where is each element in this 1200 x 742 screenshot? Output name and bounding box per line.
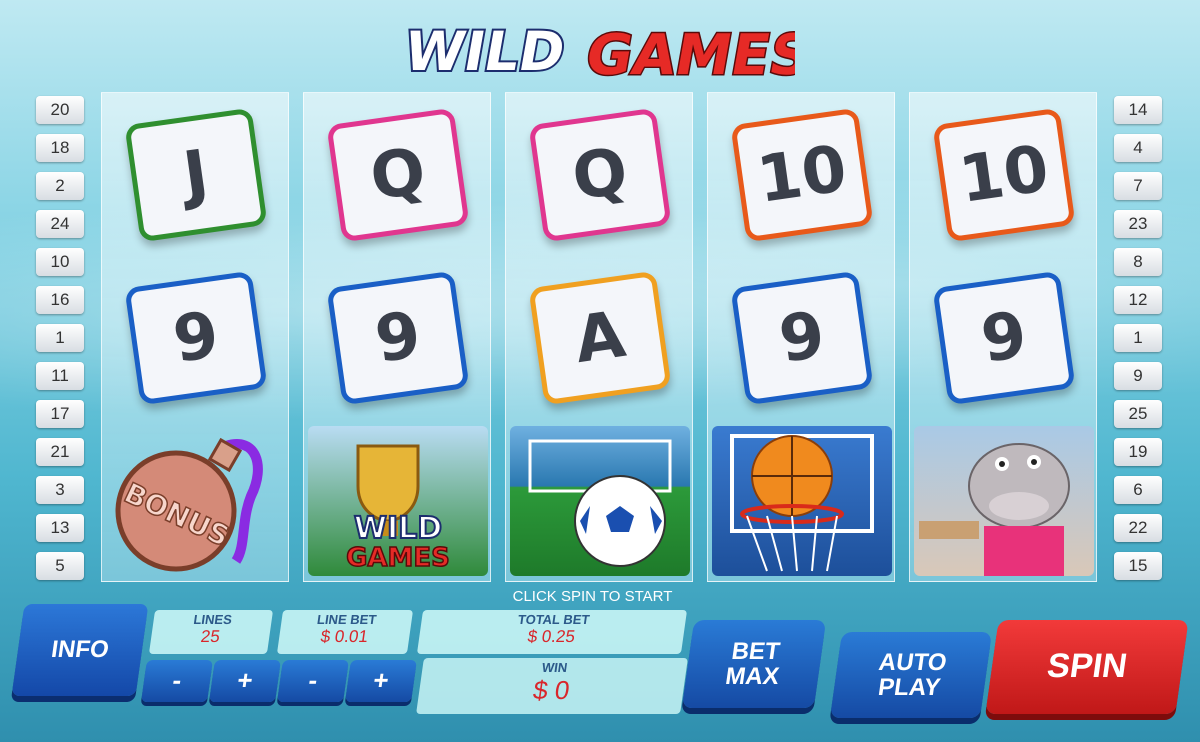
payline-badge[interactable]: 16 <box>36 286 84 314</box>
payline-badge[interactable]: 4 <box>1114 134 1162 162</box>
total-bet-value: $ 0.25 <box>526 627 577 646</box>
lines-label: LINES <box>192 612 233 627</box>
bet-max-button[interactable]: BET MAX <box>681 620 827 708</box>
lines-panel: LINES 25 <box>148 610 274 654</box>
symbol-10: 10 <box>708 93 896 256</box>
wild-text: WILD <box>354 511 442 546</box>
status-message: CLICK SPIN TO START <box>512 588 673 605</box>
symbol-hippo <box>910 419 1098 582</box>
line-bet-value: $ 0.01 <box>319 627 370 646</box>
symbol-wild: WILD GAMES <box>304 419 492 582</box>
reel-3: Q A <box>505 92 693 582</box>
line-bet-minus-button[interactable]: - <box>277 660 349 702</box>
win-value: $ 0 <box>531 675 572 705</box>
symbol-10: 10 <box>910 93 1098 256</box>
line-bet-label: LINE BET <box>316 612 378 627</box>
games-text: GAMES <box>346 543 450 573</box>
reel-1: J 9 BONUS <box>101 92 289 582</box>
info-button[interactable]: INFO <box>11 604 149 696</box>
payline-badge[interactable]: 11 <box>36 362 84 390</box>
win-panel: WIN $ 0 <box>416 658 688 714</box>
payline-badge[interactable]: 23 <box>1114 210 1162 238</box>
reel-5: 10 9 <box>909 92 1097 582</box>
symbol-q: Q <box>506 93 694 256</box>
symbol-soccer-ball <box>506 419 694 582</box>
lines-minus-button[interactable]: - <box>141 660 213 702</box>
payline-badge[interactable]: 15 <box>1114 552 1162 580</box>
symbol-q: Q <box>304 93 492 256</box>
bet-max-line2: MAX <box>723 663 781 690</box>
reel-4: 10 9 <box>707 92 895 582</box>
payline-badge[interactable]: 22 <box>1114 514 1162 542</box>
payline-badge[interactable]: 12 <box>1114 286 1162 314</box>
logo-word-wild: WILD <box>405 19 570 83</box>
symbol-bonus-medal: BONUS <box>102 419 290 582</box>
game-logo: WILD GAMES <box>398 8 818 92</box>
symbol-9: 9 <box>102 256 290 419</box>
symbol-9: 9 <box>708 256 896 419</box>
payline-badge[interactable]: 8 <box>1114 248 1162 276</box>
payline-badge[interactable]: 18 <box>36 134 84 162</box>
payline-badge[interactable]: 21 <box>36 438 84 466</box>
payline-badge[interactable]: 1 <box>1114 324 1162 352</box>
auto-play-line2: PLAY <box>876 674 943 701</box>
total-bet-panel: TOTAL BET $ 0.25 <box>416 610 688 654</box>
payline-badge[interactable]: 25 <box>1114 400 1162 428</box>
payline-badge[interactable]: 19 <box>1114 438 1162 466</box>
symbol-9: 9 <box>304 256 492 419</box>
win-label: WIN <box>540 660 569 675</box>
payline-badge[interactable]: 17 <box>36 400 84 428</box>
payline-badge[interactable]: 20 <box>36 96 84 124</box>
payline-badge[interactable]: 13 <box>36 514 84 542</box>
reel-2: Q 9 WILD GAMES <box>303 92 491 582</box>
spin-button[interactable]: SPIN <box>985 620 1189 714</box>
payline-badge[interactable]: 7 <box>1114 172 1162 200</box>
payline-badge[interactable]: 1 <box>36 324 84 352</box>
payline-badge[interactable]: 5 <box>36 552 84 580</box>
symbol-9: 9 <box>910 256 1098 419</box>
auto-play-line1: AUTO <box>877 648 949 676</box>
bet-max-line1: BET <box>729 637 782 665</box>
total-bet-label: TOTAL BET <box>516 612 591 627</box>
symbol-basketball <box>708 419 896 582</box>
lines-plus-button[interactable]: + <box>209 660 281 702</box>
payline-badge[interactable]: 9 <box>1114 362 1162 390</box>
logo-word-games: GAMES <box>581 23 795 88</box>
payline-badge[interactable]: 2 <box>36 172 84 200</box>
auto-play-button[interactable]: AUTO PLAY <box>829 632 993 718</box>
lines-value: 25 <box>199 627 222 646</box>
payline-badge[interactable]: 3 <box>36 476 84 504</box>
payline-badge[interactable]: 14 <box>1114 96 1162 124</box>
payline-badge[interactable]: 24 <box>36 210 84 238</box>
symbol-j: J <box>102 93 290 256</box>
line-bet-panel: LINE BET $ 0.01 <box>276 610 414 654</box>
payline-badge[interactable]: 10 <box>36 248 84 276</box>
symbol-a: A <box>506 256 694 419</box>
payline-badge[interactable]: 6 <box>1114 476 1162 504</box>
line-bet-plus-button[interactable]: + <box>345 660 417 702</box>
